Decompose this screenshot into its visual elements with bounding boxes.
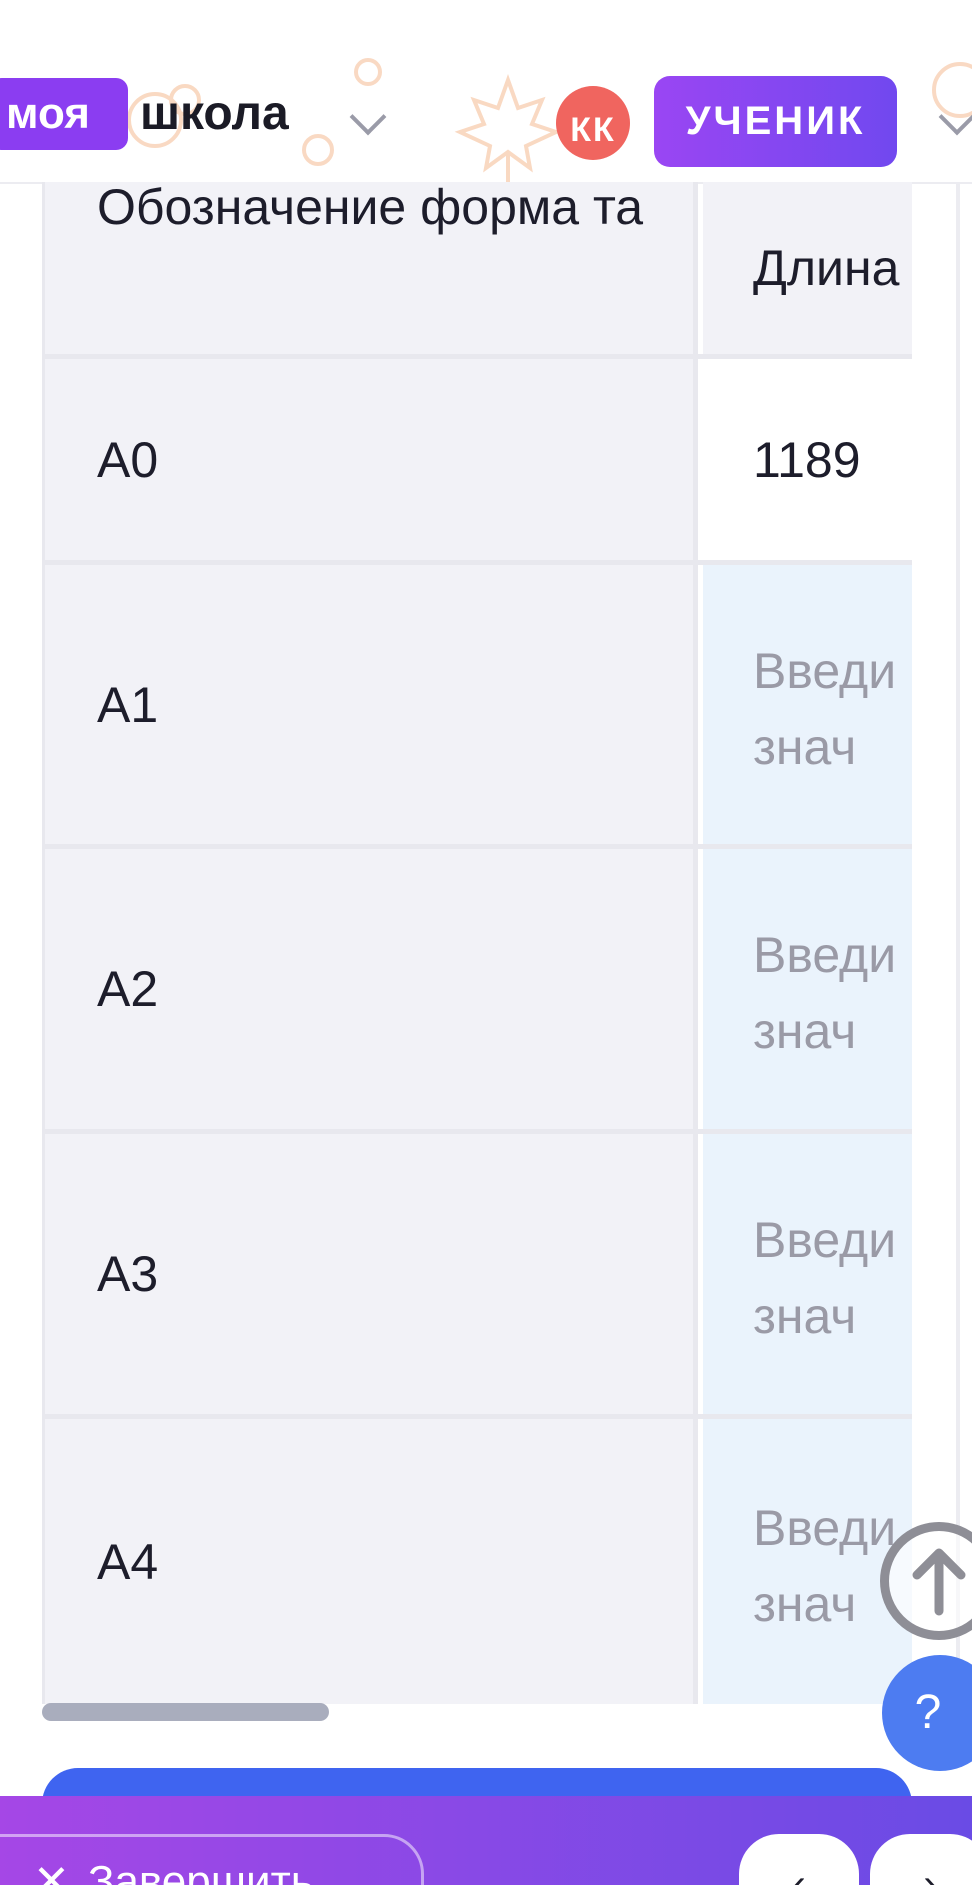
table-row: A1 Введи е знач [42, 565, 912, 849]
table-row: A2 Введи е знач [42, 849, 912, 1134]
column-header-format: Обозначение форма та [42, 182, 698, 354]
finish-label: Завершить [87, 1857, 314, 1885]
length-input[interactable]: Введи е знач [703, 1134, 912, 1414]
table-header-row: Обозначение форма та Длина [42, 182, 912, 359]
scroll-to-top-button[interactable] [880, 1522, 972, 1640]
avatar[interactable]: КК [556, 86, 630, 160]
length-input[interactable]: Введи е знач [703, 1419, 912, 1704]
prev-button[interactable]: ‹ [739, 1834, 859, 1885]
length-input[interactable]: Введи е знач [703, 849, 912, 1129]
table-row: A3 Введи е знач [42, 1134, 912, 1419]
format-cell: A3 [42, 1134, 698, 1414]
close-icon: ✕ [33, 1857, 70, 1885]
length-input[interactable]: Введи е знач [703, 565, 912, 844]
format-cell: A0 [42, 359, 698, 560]
column-header-length: Длина [703, 182, 912, 354]
logo-text[interactable]: школа [140, 78, 289, 150]
role-button[interactable]: УЧЕНИК [654, 76, 897, 167]
chevron-right-icon: › [923, 1862, 937, 1885]
length-value-cell: 1189 [703, 359, 912, 560]
finish-button[interactable]: ✕ Завершить [0, 1834, 424, 1885]
table-row: A0 1189 [42, 359, 912, 565]
chevron-left-icon: ‹ [792, 1862, 806, 1885]
content-divider [956, 182, 960, 1704]
logo-box[interactable]: моя [0, 78, 128, 150]
table-row: A4 Введи е знач [42, 1419, 912, 1704]
app-header: моя школа КК УЧЕНИК [0, 0, 972, 184]
formats-table[interactable]: Обозначение форма та Длина A0 1189 A1 Вв… [42, 182, 912, 1704]
arrow-up-icon [912, 1548, 966, 1616]
column-header-format-label: Обозначение форма та [97, 182, 644, 235]
bottom-bar: ✕ Завершить ‹ › [0, 1796, 972, 1885]
format-cell: A4 [42, 1419, 698, 1704]
next-button[interactable]: › [870, 1834, 972, 1885]
format-cell: A1 [42, 565, 698, 844]
horizontal-scrollbar[interactable] [42, 1703, 329, 1721]
format-cell: A2 [42, 849, 698, 1129]
